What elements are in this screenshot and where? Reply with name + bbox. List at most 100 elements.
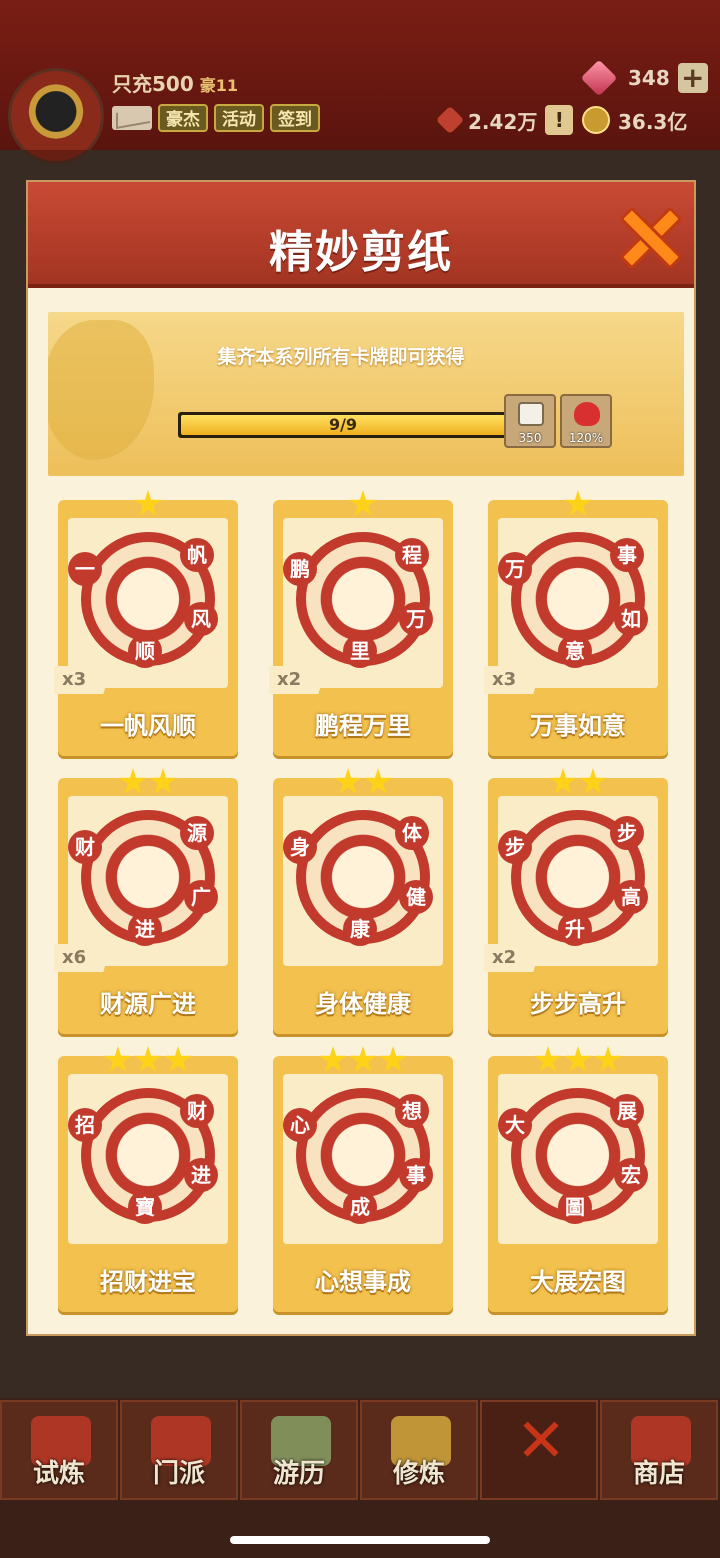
reward-dice-value: 350 — [518, 431, 542, 445]
star-icon — [364, 768, 392, 794]
papercut-art: 步 步高升 — [498, 796, 658, 966]
papercut-glyph: 财 — [180, 1094, 214, 1128]
star-icon — [564, 1046, 592, 1072]
papercut-glyph: 想 — [395, 1094, 429, 1128]
vip-level: 豪11 — [199, 76, 239, 95]
papercut-glyph: 健 — [399, 880, 433, 914]
star-icon — [134, 1046, 162, 1072]
card-6[interactable]: 招 财进寶招财进宝 — [58, 1046, 238, 1312]
papercut-glyph: 体 — [395, 816, 429, 850]
card-stars — [58, 1046, 238, 1074]
mail-icon[interactable] — [112, 106, 152, 130]
prestige-counter: 2.42万 ! — [435, 102, 574, 138]
reward-heart[interactable]: 120% — [560, 394, 612, 448]
dragon-icon — [48, 320, 154, 460]
card-7[interactable]: 心想事成心想事成 — [273, 1046, 453, 1312]
gem-icon — [580, 59, 618, 97]
papercut-glyph: 心 — [283, 1108, 317, 1142]
papercut-glyph: 风 — [184, 602, 218, 636]
papercut-glyph: 财 — [68, 830, 102, 864]
collection-progress-bar: 9/9 — [178, 412, 508, 438]
nav-travel[interactable]: 游历 — [240, 1400, 358, 1500]
card-name: 身体健康 — [315, 990, 411, 1018]
card-1[interactable]: 鹏程万里 x2 鹏程万里 — [269, 490, 453, 756]
papercut-glyph: 里 — [343, 634, 377, 668]
prestige-value: 2.42万 — [468, 109, 538, 134]
card-name: 鹏程万里 — [315, 712, 411, 740]
card-name: 一帆风顺 — [100, 712, 196, 740]
card-stars — [58, 490, 238, 518]
gold-counter: 36.3亿 — [582, 102, 687, 138]
nav-shop[interactable]: 商店 — [600, 1400, 718, 1500]
papercut-glyph: 高 — [614, 880, 648, 914]
card-name: 万事如意 — [530, 712, 626, 740]
papercut-collection-dialog: 精妙剪纸 集齐本系列所有卡牌即可获得 9/9 350 120% 一帆风顺 x3 一帆… — [26, 180, 696, 1336]
papercut-glyph: 广 — [184, 880, 218, 914]
dialog-title: 精妙剪纸 — [269, 227, 453, 278]
star-icon — [349, 1046, 377, 1072]
dialog-header: 精妙剪纸 — [28, 182, 694, 288]
nav-trial[interactable]: 试炼 — [0, 1400, 118, 1500]
card-5[interactable]: 步步高升 x2 步步高升 — [484, 768, 668, 1034]
card-0[interactable]: 一帆风顺 x3 一帆风顺 — [54, 490, 238, 756]
card-2[interactable]: 万事如意 x3 万事如意 — [484, 490, 668, 756]
add-gems-button[interactable]: + — [677, 63, 708, 93]
papercut-glyph: 如 — [614, 602, 648, 636]
nav-sect-label: 门派 — [152, 1459, 205, 1489]
alert-button[interactable]: ! — [545, 105, 574, 135]
card-count: x3 — [54, 666, 112, 694]
nav-cultivate[interactable]: 修炼 — [360, 1400, 478, 1500]
star-icon — [349, 490, 377, 516]
star-icon — [379, 1046, 407, 1072]
card-count: x3 — [484, 666, 542, 694]
card-4[interactable]: 身体健康身体健康 — [273, 768, 453, 1034]
card-count: x2 — [484, 944, 542, 972]
papercut-glyph: 升 — [558, 912, 592, 946]
gold-value: 36.3亿 — [618, 109, 688, 134]
papercut-art: 鹏 程万里 — [283, 518, 443, 688]
papercut-glyph: 大 — [498, 1108, 532, 1142]
signin-button[interactable]: 签到 — [270, 104, 320, 132]
star-icon — [549, 768, 577, 794]
reward-dice[interactable]: 350 — [504, 394, 556, 448]
papercut-glyph: 一 — [68, 552, 102, 586]
papercut-glyph: 身 — [283, 830, 317, 864]
card-8[interactable]: 大 展宏圖大展宏图 — [488, 1046, 668, 1312]
star-icon — [579, 768, 607, 794]
card-name: 财源广进 — [100, 990, 196, 1018]
papercut-art: 一 帆风顺 — [68, 518, 228, 688]
star-icon — [119, 768, 147, 794]
star-icon — [164, 1046, 192, 1072]
gold-coin-icon — [582, 106, 610, 134]
papercut-art: 万 事如意 — [498, 518, 658, 688]
card-count: x2 — [269, 666, 327, 694]
star-icon — [149, 768, 177, 794]
card-stars — [488, 490, 668, 518]
star-icon — [594, 1046, 622, 1072]
card-stars — [273, 490, 453, 518]
top-buttons: 豪杰 活动 签到 — [112, 104, 320, 132]
star-icon — [104, 1046, 132, 1072]
nav-cultivate-label: 修炼 — [392, 1459, 445, 1489]
papercut-glyph: 万 — [399, 602, 433, 636]
close-icon[interactable] — [616, 204, 678, 266]
papercut-glyph: 顺 — [128, 634, 162, 668]
nav-close[interactable]: ✕ — [480, 1400, 598, 1500]
papercut-glyph: 康 — [343, 912, 377, 946]
activity-button[interactable]: 活动 — [214, 104, 264, 132]
papercut-glyph: 意 — [558, 634, 592, 668]
progress-text: 9/9 — [328, 415, 358, 434]
hero-button[interactable]: 豪杰 — [158, 104, 208, 132]
close-x-icon: ✕ — [515, 1406, 567, 1476]
papercut-glyph: 鹏 — [283, 552, 317, 586]
prestige-icon — [435, 105, 465, 135]
papercut-glyph: 步 — [498, 830, 532, 864]
papercut-glyph: 圖 — [558, 1190, 592, 1224]
star-icon — [319, 1046, 347, 1072]
card-stars — [488, 768, 668, 796]
card-3[interactable]: 财源广进 x6 财源广进 — [54, 768, 238, 1034]
nav-sect[interactable]: 门派 — [120, 1400, 238, 1500]
papercut-glyph: 进 — [184, 1158, 218, 1192]
star-icon — [134, 490, 162, 516]
reward-heart-value: 120% — [568, 431, 604, 445]
